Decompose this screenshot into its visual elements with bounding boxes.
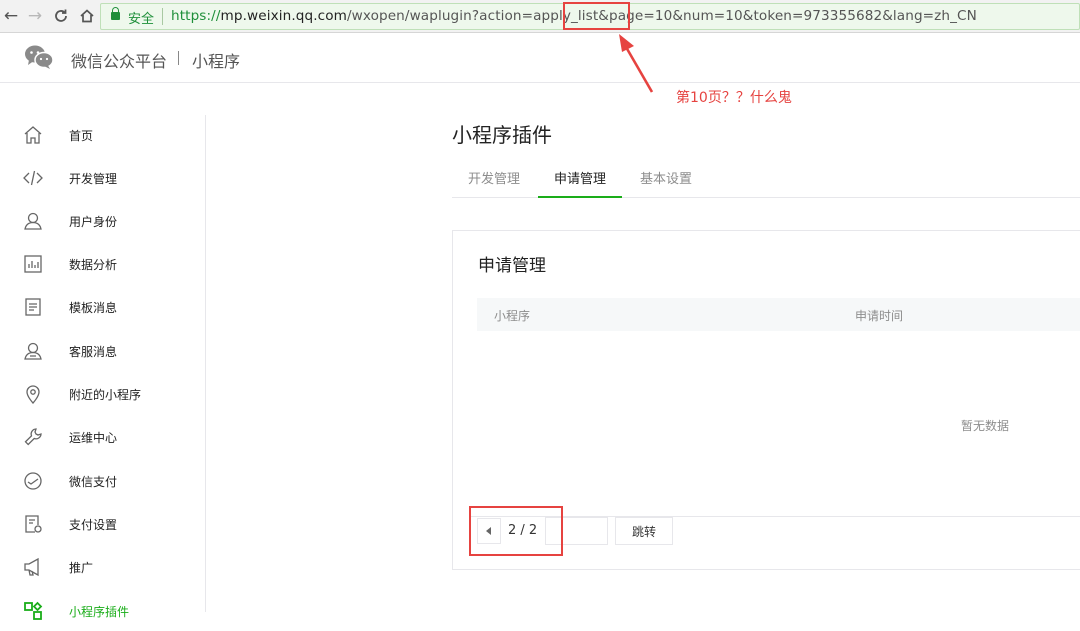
platform-header: 微信公众平台 小程序 [0, 33, 1080, 83]
sidebar-item-analytics[interactable]: 数据分析 [0, 244, 205, 284]
panel-title: 申请管理 [478, 256, 546, 276]
sidebar-item-label: 运维中心 [69, 431, 118, 445]
sidebar-item-label: 模板消息 [69, 301, 118, 315]
sidebar-item-label: 客服消息 [69, 345, 118, 359]
page-title: 小程序插件 [452, 123, 552, 147]
sidebar-item-label: 推广 [69, 561, 94, 575]
sidebar-item-nearby[interactable]: 附近的小程序 [0, 374, 205, 414]
sidebar-item-label: 用户身份 [69, 215, 118, 229]
user-icon [24, 212, 42, 230]
location-icon [26, 385, 40, 404]
tab-apply-management[interactable]: 申请管理 [538, 163, 623, 198]
platform-subtitle: 小程序 [192, 52, 241, 71]
annotation-url-highlight [563, 2, 630, 30]
table-header: 小程序 申请时间 [477, 298, 1080, 331]
sidebar-item-payment-settings[interactable]: 支付设置 [0, 504, 205, 544]
sidebar-item-template[interactable]: 模板消息 [0, 287, 205, 327]
header-divider [178, 51, 179, 65]
home-icon [24, 126, 42, 144]
customer-service-icon [24, 342, 42, 360]
annotation-arrow-icon [619, 34, 654, 93]
platform-name[interactable]: 微信公众平台 [71, 48, 167, 72]
column-header-miniprogram: 小程序 [494, 309, 531, 323]
browser-address-bar: ← → 安全 https://mp.weixin.qq.com/wxopen/w… [0, 0, 1080, 33]
sidebar-item-dev[interactable]: 开发管理 [0, 158, 205, 198]
home-page-icon[interactable] [76, 5, 98, 27]
annotation-pager-highlight [469, 506, 563, 556]
wrench-icon [24, 428, 42, 446]
sidebar-item-payment[interactable]: 微信支付 [0, 461, 205, 501]
tab-basic-settings[interactable]: 基本设置 [624, 163, 708, 198]
sidebar: 首页 开发管理 用户身份 数据分析 模板消息 客服消息 附近的小程序 运维中心 … [0, 115, 206, 620]
chart-icon [24, 255, 42, 273]
sidebar-item-label: 支付设置 [69, 518, 118, 532]
back-arrow-icon[interactable]: ← [0, 5, 22, 27]
sidebar-item-home[interactable]: 首页 [0, 115, 205, 155]
column-header-apply-time: 申请时间 [855, 309, 904, 323]
omnibox-divider [162, 8, 163, 25]
payment-settings-icon [25, 515, 42, 533]
sidebar-item-label: 首页 [69, 129, 94, 143]
sidebar-item-customer-service[interactable]: 客服消息 [0, 331, 205, 371]
lock-icon [111, 7, 120, 20]
sidebar-item-plugin[interactable]: 小程序插件 [0, 591, 205, 631]
tab-dev-management[interactable]: 开发管理 [452, 163, 536, 198]
megaphone-icon [24, 557, 39, 577]
sidebar-item-label: 开发管理 [69, 172, 118, 186]
reload-icon[interactable] [50, 5, 72, 27]
sidebar-item-label: 附近的小程序 [69, 388, 142, 402]
jump-button[interactable]: 跳转 [615, 517, 673, 545]
wechat-logo-icon [25, 45, 54, 69]
secure-label: 安全 [128, 12, 155, 27]
sidebar-item-ops[interactable]: 运维中心 [0, 417, 205, 457]
payment-icon [24, 472, 42, 490]
code-icon [23, 170, 43, 186]
forward-arrow-icon[interactable]: → [24, 5, 46, 27]
url-host: mp.weixin.qq.com [220, 8, 347, 24]
sidebar-item-label: 数据分析 [69, 258, 118, 272]
sidebar-item-label: 微信支付 [69, 475, 118, 489]
tab-bar: 开发管理 申请管理 基本设置 [452, 163, 1080, 198]
plugin-icon [24, 601, 43, 620]
annotation-comment: 第10页？？什么鬼 [676, 90, 792, 106]
url-path: /wxopen/waplugin?action=apply_list&page=… [346, 8, 977, 24]
sidebar-item-promotion[interactable]: 推广 [0, 547, 205, 587]
empty-state-text: 暂无数据 [961, 419, 1010, 433]
url-protocol: https:// [171, 8, 221, 24]
document-icon [25, 298, 41, 316]
sidebar-item-user[interactable]: 用户身份 [0, 201, 205, 241]
